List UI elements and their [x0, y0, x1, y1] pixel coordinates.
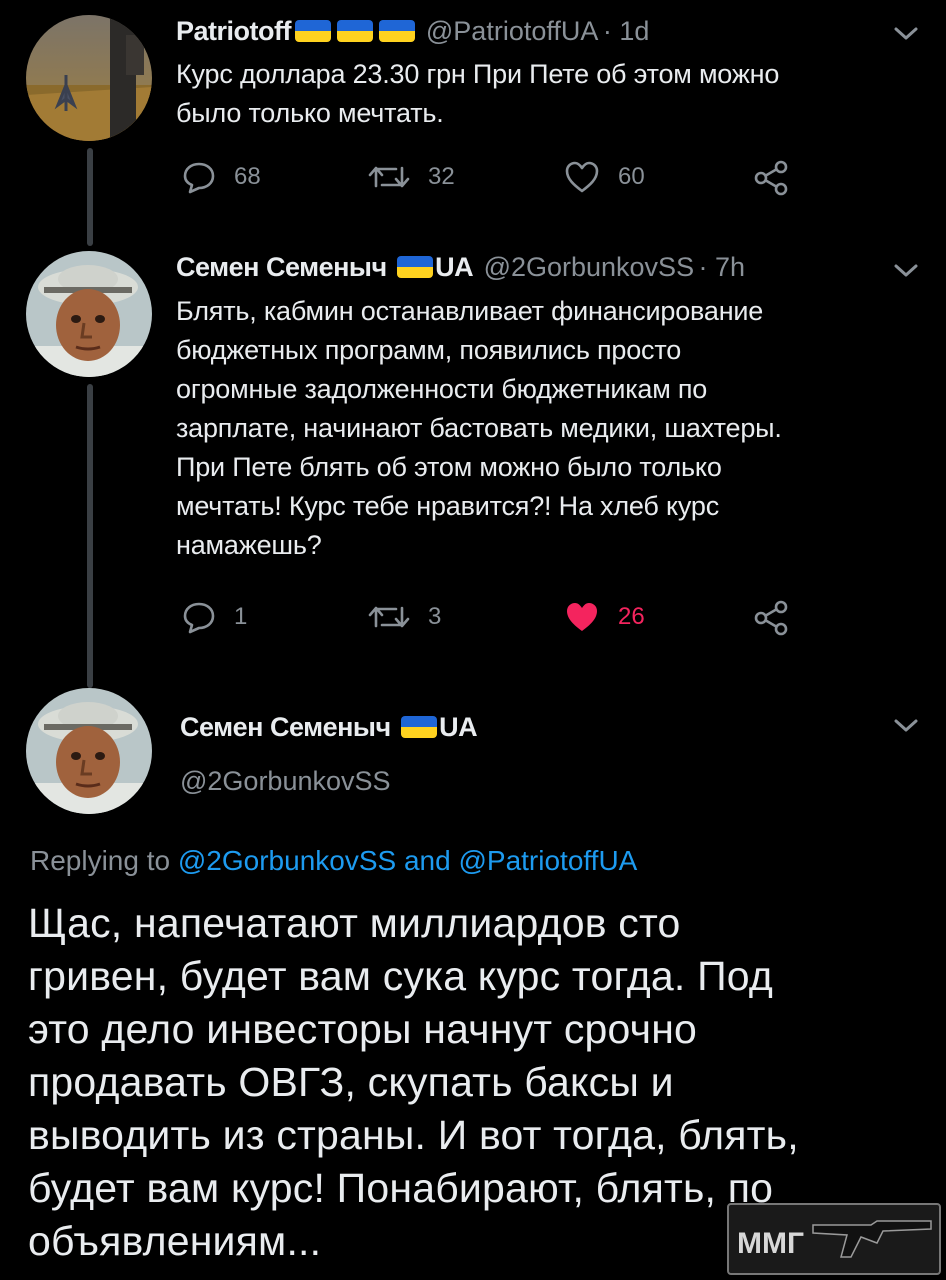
retweet-count: 32: [428, 163, 455, 190]
avatar[interactable]: [26, 15, 152, 141]
retweet-count: 3: [428, 603, 442, 630]
chevron-down-icon[interactable]: [893, 263, 919, 279]
like-button[interactable]: 26: [564, 600, 645, 634]
tweet-text: Курс доллара 23.30 грн При Пете об этом …: [176, 59, 780, 128]
like-count: 26: [618, 603, 645, 630]
chevron-down-icon[interactable]: [893, 718, 919, 734]
timestamp[interactable]: · 1d: [603, 16, 650, 46]
avatar[interactable]: [26, 251, 152, 377]
heart-icon: [565, 161, 599, 193]
reply-button[interactable]: 68: [182, 160, 261, 194]
reply-icon: [183, 162, 215, 194]
author-name[interactable]: Семен Семеныч: [176, 252, 387, 282]
ua-flag-icon: [397, 256, 434, 278]
author-handle[interactable]: @2GorbunkovSS: [180, 766, 391, 797]
author-name[interactable]: Patriotoff: [176, 16, 291, 46]
retweet-icon: [368, 166, 410, 188]
ua-flag-icon: [379, 20, 416, 42]
author-name-suffix: UA: [435, 252, 474, 282]
retweet-button[interactable]: 32: [368, 160, 455, 194]
like-button[interactable]: 60: [564, 160, 645, 194]
share-icon[interactable]: [753, 600, 789, 636]
ua-flag-icon: [401, 716, 438, 738]
tweet-header: Семен Семеныч UA @2GorbunkovSS · 7h: [176, 252, 745, 283]
reply-icon: [183, 602, 215, 634]
ua-flag-icon: [337, 20, 374, 42]
reply-count: 68: [234, 163, 261, 190]
tweet-header: Patriotoff @PatriotoffUA · 1d: [176, 16, 649, 47]
watermark-logo: ММГ: [727, 1203, 941, 1275]
reply-count: 1: [234, 603, 248, 630]
mention-link[interactable]: @PatriotoffUA: [458, 845, 637, 876]
avatar[interactable]: [26, 688, 152, 814]
author-handle[interactable]: @PatriotoffUA: [426, 16, 598, 46]
author-name[interactable]: Семен Семеныч: [180, 712, 391, 742]
heart-icon: [567, 603, 597, 631]
watermark-text: ММГ: [737, 1227, 804, 1260]
chevron-down-icon[interactable]: [893, 26, 919, 42]
share-icon[interactable]: [753, 160, 789, 196]
retweet-icon: [368, 606, 410, 628]
author-handle[interactable]: @2GorbunkovSS: [484, 252, 695, 282]
thread-connector: [87, 384, 93, 688]
like-count: 60: [618, 163, 645, 190]
replying-to: Replying to @2GorbunkovSS and @Patriotof…: [30, 845, 638, 876]
rifle-icon: [812, 1220, 932, 1258]
reply-button[interactable]: 1: [182, 600, 247, 634]
ua-flag-icon: [295, 20, 332, 42]
tweet-text: Блять, кабмин останавливает финансирован…: [176, 296, 782, 560]
mention-link[interactable]: @2GorbunkovSS: [178, 845, 396, 876]
retweet-button[interactable]: 3: [368, 600, 441, 634]
timestamp[interactable]: · 7h: [699, 252, 746, 282]
author-name-suffix: UA: [439, 712, 478, 742]
thread-connector: [87, 148, 93, 246]
tweet-header: Семен Семеныч UA: [180, 712, 478, 743]
